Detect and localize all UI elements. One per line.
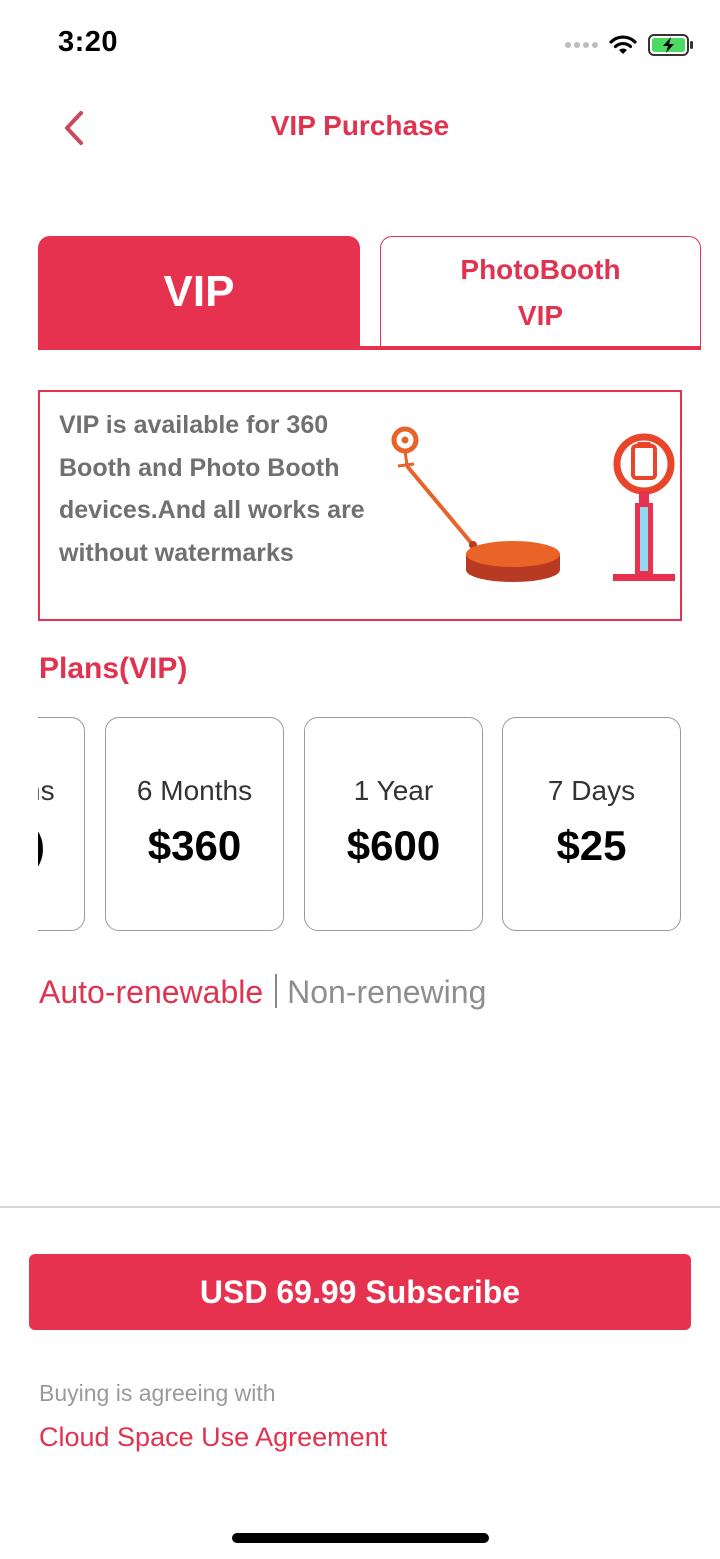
renewal-divider (275, 974, 278, 1008)
plans-carousel[interactable]: ns ) 6 Months $360 1 Year $600 7 Days $2… (38, 716, 720, 934)
renewal-type-selector: Auto-renewable Non-renewing (39, 974, 486, 1011)
tab-photobooth-vip[interactable]: PhotoBooth VIP (380, 236, 701, 348)
page-title: VIP Purchase (270, 110, 450, 141)
subscribe-button[interactable]: USD 69.99 Subscribe (29, 1254, 691, 1330)
wifi-icon (609, 35, 637, 54)
plans-title: Plans(VIP) (39, 652, 188, 685)
tab-photobooth-vip-label: PhotoBooth VIP (460, 253, 621, 331)
status-time: 3:20 (58, 26, 119, 58)
non-renewing-option[interactable]: Non-renewing (287, 974, 486, 1010)
tab-vip-label: VIP (163, 267, 235, 316)
plan-card-7-days[interactable]: 7 Days $25 (502, 717, 681, 931)
plan-name: ns (38, 775, 55, 806)
tab-underline (38, 346, 701, 350)
plan-card-6-months[interactable]: 6 Months $360 (105, 717, 284, 931)
agreement-link[interactable]: Cloud Space Use Agreement (39, 1422, 387, 1453)
subscribe-button-label: USD 69.99 Subscribe (199, 1273, 521, 1310)
plan-card-partial[interactable]: ns ) (38, 717, 85, 931)
plan-price: $25 (556, 822, 627, 869)
plan-card-1-year[interactable]: 1 Year $600 (304, 717, 483, 931)
auto-renewable-option[interactable]: Auto-renewable (39, 974, 263, 1010)
home-indicator (232, 1533, 489, 1543)
booth-illustration (391, 426, 675, 582)
plan-price: $360 (147, 822, 242, 869)
plan-price: $600 (346, 822, 441, 869)
cellular-signal-icon (565, 42, 598, 48)
plan-price: ) (38, 822, 84, 870)
vip-info-text: VIP is available for 360 Booth and Photo… (59, 411, 365, 567)
agreement-text: Buying is agreeing with (39, 1380, 276, 1406)
status-icons (564, 30, 694, 60)
status-bar: 3:20 (0, 0, 720, 88)
battery-charging-icon (648, 34, 693, 56)
navigation-bar: VIP Purchase (0, 90, 720, 166)
vip-info-box: VIP is available for 360 Booth and Photo… (38, 390, 682, 621)
plan-name: 6 Months (136, 775, 253, 806)
plan-name: 7 Days (547, 775, 636, 806)
plan-type-tabs: VIP PhotoBooth VIP (38, 236, 701, 352)
tab-vip[interactable]: VIP (38, 236, 360, 348)
photo-booth-icon (613, 433, 675, 581)
plan-name: 1 Year (353, 775, 434, 806)
360-booth-icon (391, 426, 560, 582)
footer-divider (0, 1206, 720, 1208)
